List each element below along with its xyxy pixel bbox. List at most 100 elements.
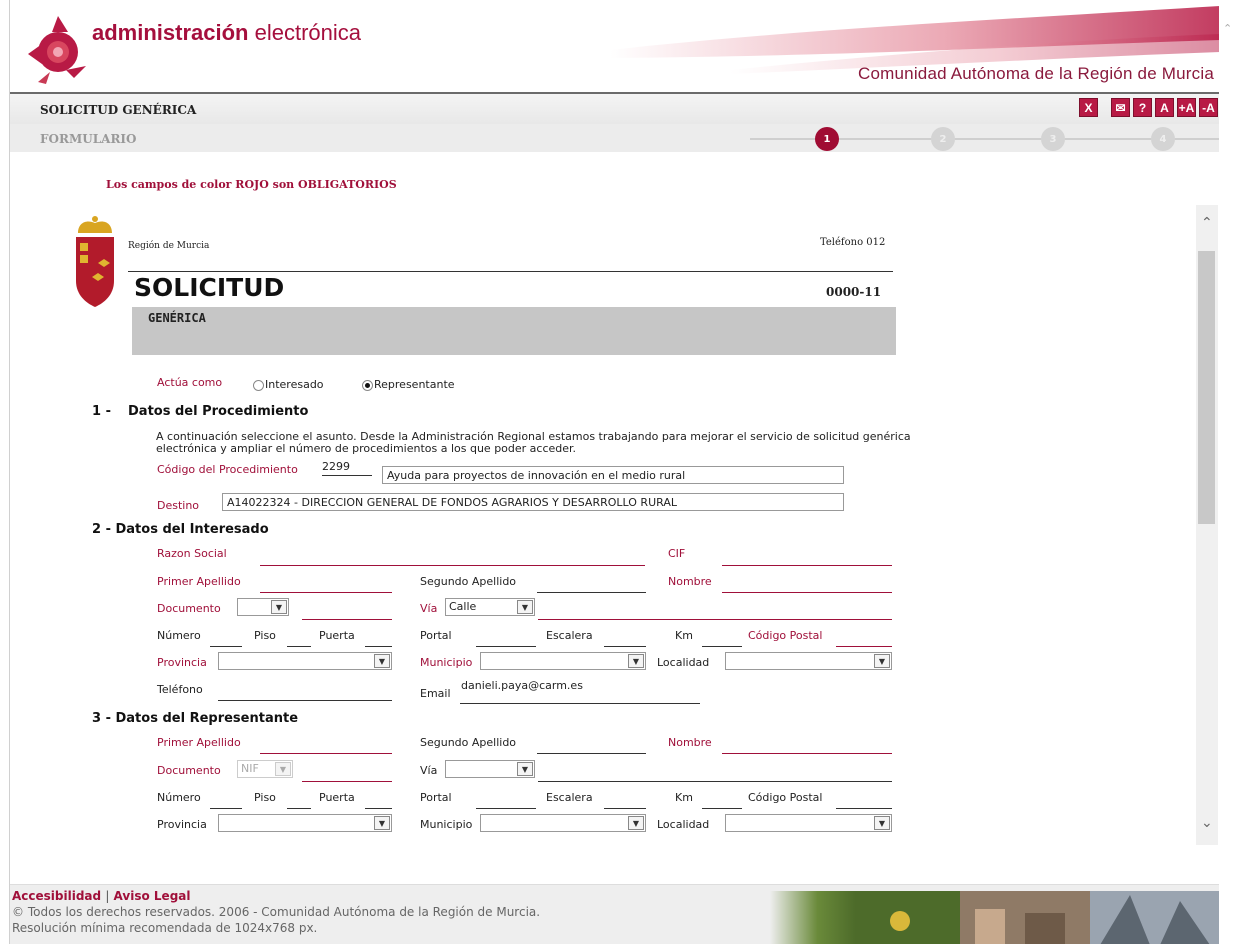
- required-fields-note: Los campos de color ROJO son OBLIGATORIO…: [106, 178, 397, 191]
- rep-localidad-select[interactable]: ▼: [725, 814, 892, 832]
- documento-input[interactable]: [302, 619, 392, 620]
- chevron-up-icon[interactable]: ⌃: [1201, 215, 1213, 231]
- section-3-title: 3 - Datos del Representante: [92, 711, 299, 726]
- rep-via-input[interactable]: [538, 781, 892, 782]
- document-code: 0000-11: [826, 285, 882, 299]
- rep-puerta-input[interactable]: [365, 808, 392, 809]
- region-name: Comunidad Autónoma de la Región de Murci…: [858, 64, 1214, 83]
- rep-nombre-input[interactable]: [722, 753, 892, 754]
- rep-km-input[interactable]: [702, 808, 742, 809]
- form-scrollbar[interactable]: ⌃ ⌄: [1196, 205, 1218, 845]
- rep-numero-input[interactable]: [210, 808, 242, 809]
- via-select[interactable]: Calle ▼: [445, 598, 535, 616]
- rep-codigo-postal-input[interactable]: [836, 808, 892, 809]
- rep-via-select[interactable]: ▼: [445, 760, 535, 778]
- scrollbar-thumb[interactable]: [1198, 251, 1215, 524]
- rep-documento-value: NIF: [241, 762, 259, 775]
- km-input[interactable]: [702, 646, 742, 647]
- font-decrease-button[interactable]: -A: [1199, 98, 1218, 117]
- puerta-input[interactable]: [365, 646, 392, 647]
- email-value[interactable]: danieli.paya@carm.es: [461, 679, 583, 692]
- section-1-title: Datos del Procedimiento: [128, 404, 309, 419]
- telefono-label: Teléfono: [157, 683, 203, 696]
- document-subtitle: GENÉRICA: [148, 311, 206, 325]
- rep-localidad-label: Localidad: [657, 818, 710, 831]
- nombre-input[interactable]: [722, 592, 892, 593]
- municipio-select[interactable]: ▼: [480, 652, 646, 670]
- copyright-text: © Todos los derechos reservados. 2006 - …: [12, 905, 541, 919]
- font-normal-button[interactable]: A: [1155, 98, 1174, 117]
- title-bar: SOLICITUD GENÉRICA X ✉ ? A +A -A: [10, 92, 1220, 124]
- section-2-title: 2 - Datos del Interesado: [92, 522, 269, 537]
- rep-km-label: Km: [675, 791, 693, 804]
- destino-field[interactable]: A14022324 - DIRECCION GENERAL DE FONDOS …: [222, 493, 844, 511]
- codigo-postal-input[interactable]: [836, 646, 892, 647]
- via-input[interactable]: [538, 619, 892, 620]
- segundo-apellido-input[interactable]: [537, 592, 646, 593]
- accesibilidad-link[interactable]: Accesibilidad: [12, 889, 101, 903]
- rep-documento-select[interactable]: NIF ▼: [237, 760, 293, 778]
- procedimiento-nombre-field[interactable]: Ayuda para proyectos de innovación en el…: [382, 466, 844, 484]
- municipio-label: Municipio: [420, 656, 473, 669]
- chevron-down-icon[interactable]: ⌄: [1201, 815, 1213, 831]
- chevron-down-icon: ▼: [275, 762, 291, 776]
- form-label: FORMULARIO: [40, 132, 137, 146]
- rep-via-label: Vía: [420, 764, 438, 777]
- page-scrollbar[interactable]: ⌃: [1219, 0, 1239, 944]
- rep-documento-input[interactable]: [302, 781, 392, 782]
- radio-interesado[interactable]: [253, 380, 264, 391]
- escalera-input[interactable]: [604, 646, 646, 647]
- segundo-apellido-label: Segundo Apellido: [420, 575, 517, 588]
- piso-input[interactable]: [287, 646, 311, 647]
- rep-piso-input[interactable]: [287, 808, 311, 809]
- km-label: Km: [675, 629, 693, 642]
- destino-label: Destino: [157, 499, 200, 512]
- portal-input[interactable]: [476, 646, 536, 647]
- brand-name: administración electrónica: [92, 20, 361, 45]
- rep-portal-input[interactable]: [476, 808, 536, 809]
- puerta-label: Puerta: [319, 629, 355, 642]
- email-button[interactable]: ✉: [1111, 98, 1130, 117]
- resolution-text: Resolución mínima recomendada de 1024x76…: [12, 921, 318, 935]
- murcia-crest-icon: [76, 216, 114, 307]
- email-input[interactable]: [460, 703, 700, 704]
- radio-representante-label: Representante: [374, 378, 455, 391]
- numero-input[interactable]: [210, 646, 242, 647]
- font-increase-button[interactable]: +A: [1177, 98, 1196, 117]
- help-button[interactable]: ?: [1133, 98, 1152, 117]
- localidad-select[interactable]: ▼: [725, 652, 892, 670]
- page-title: SOLICITUD GENÉRICA: [40, 103, 197, 117]
- toolbar: X ✉ ? A +A -A: [1079, 98, 1218, 117]
- chevron-down-icon: ▼: [874, 816, 890, 830]
- codigo-procedimiento-value[interactable]: 2299: [322, 460, 350, 473]
- step-1: 1: [815, 127, 839, 151]
- footer-separator: |: [105, 889, 110, 903]
- rep-primer-apellido-input[interactable]: [260, 753, 392, 754]
- email-label: Email: [420, 687, 451, 700]
- razon-social-input[interactable]: [260, 565, 645, 566]
- documento-select[interactable]: ▼: [237, 598, 289, 616]
- administracion-logo-icon: [28, 16, 86, 84]
- form-steps-bar: FORMULARIO 1 2 3 4: [10, 124, 1220, 152]
- rep-municipio-select[interactable]: ▼: [480, 814, 646, 832]
- telefono-input[interactable]: [218, 700, 392, 701]
- rep-escalera-input[interactable]: [604, 808, 646, 809]
- aviso-legal-link[interactable]: Aviso Legal: [114, 889, 191, 903]
- rep-documento-label: Documento: [157, 764, 221, 777]
- site-footer: Accesibilidad | Aviso Legal © Todos los …: [10, 884, 1220, 944]
- escalera-label: Escalera: [546, 629, 593, 642]
- rep-codigo-postal-label: Código Postal: [748, 791, 823, 804]
- radio-representante[interactable]: [362, 380, 373, 391]
- close-button[interactable]: X: [1079, 98, 1098, 117]
- rep-provincia-select[interactable]: ▼: [218, 814, 392, 832]
- primer-apellido-input[interactable]: [260, 592, 392, 593]
- cif-input[interactable]: [722, 565, 892, 566]
- via-label: Vía: [420, 602, 438, 615]
- provincia-select[interactable]: ▼: [218, 652, 392, 670]
- chevron-down-icon: ▼: [374, 816, 390, 830]
- documento-label: Documento: [157, 602, 221, 615]
- step-4: 4: [1151, 127, 1175, 151]
- chevron-up-icon[interactable]: ⌃: [1223, 22, 1232, 35]
- rep-segundo-apellido-input[interactable]: [537, 753, 646, 754]
- rep-escalera-label: Escalera: [546, 791, 593, 804]
